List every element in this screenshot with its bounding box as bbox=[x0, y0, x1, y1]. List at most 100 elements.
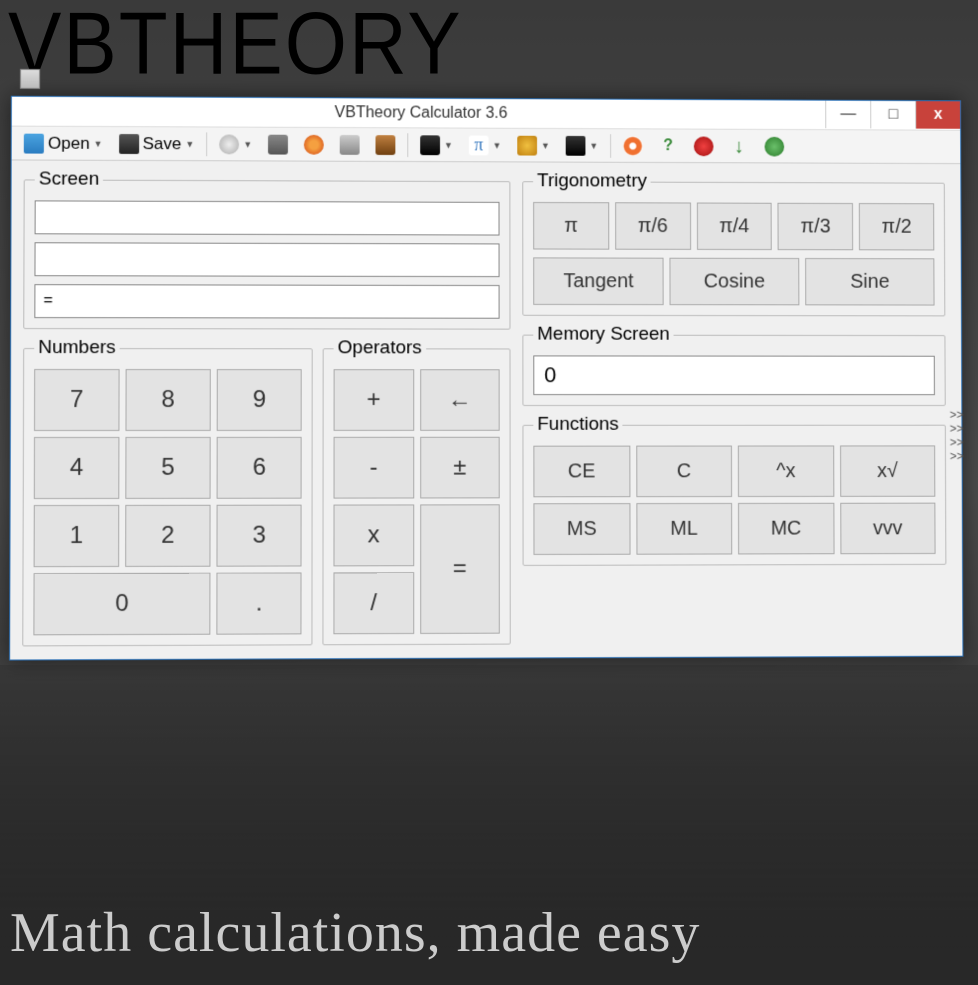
op-divide[interactable]: / bbox=[334, 572, 414, 634]
save-label: Save bbox=[143, 134, 182, 154]
expand-icon[interactable]: >> bbox=[950, 408, 964, 422]
move-button[interactable]: ▼ bbox=[511, 133, 555, 157]
trig-pi4[interactable]: π/4 bbox=[697, 203, 773, 251]
window-title: VBTheory Calculator 3.6 bbox=[12, 102, 825, 124]
trig-legend: Trigonometry bbox=[533, 170, 651, 192]
pi-icon: π bbox=[469, 135, 489, 155]
func-mc[interactable]: MC bbox=[738, 503, 834, 555]
screen-group: Screen bbox=[23, 168, 510, 329]
expand-icon[interactable]: >> bbox=[950, 449, 964, 463]
trig-pi6[interactable]: π/6 bbox=[615, 202, 691, 250]
func-pow[interactable]: ^x bbox=[738, 445, 834, 497]
num-1[interactable]: 1 bbox=[34, 505, 120, 567]
save-button[interactable]: Save ▼ bbox=[113, 132, 201, 156]
func-vvv[interactable]: vvv bbox=[840, 503, 936, 555]
minimize-button[interactable]: — bbox=[825, 101, 870, 129]
operators-group: Operators + ← - ± x = / bbox=[323, 337, 511, 645]
tagline: Math calculations, made easy bbox=[10, 901, 700, 965]
memory-legend: Memory Screen bbox=[533, 324, 673, 346]
trig-cosine[interactable]: Cosine bbox=[669, 258, 799, 306]
num-2[interactable]: 2 bbox=[125, 505, 210, 567]
open-icon bbox=[24, 133, 44, 153]
num-3[interactable]: 3 bbox=[217, 505, 302, 567]
memory-input[interactable] bbox=[533, 355, 935, 395]
op-plusminus[interactable]: ± bbox=[420, 437, 500, 499]
globe-icon bbox=[764, 136, 784, 156]
screen-input-2[interactable] bbox=[34, 242, 499, 277]
ruler-icon bbox=[340, 134, 360, 154]
book-button[interactable] bbox=[370, 133, 402, 157]
func-ml[interactable]: ML bbox=[636, 503, 732, 555]
num-8[interactable]: 8 bbox=[125, 369, 210, 431]
chip-button[interactable]: ▼ bbox=[560, 133, 604, 157]
op-equals[interactable]: = bbox=[420, 504, 500, 634]
func-ce[interactable]: CE bbox=[533, 446, 630, 498]
trig-pi2[interactable]: π/2 bbox=[859, 203, 934, 250]
op-minus[interactable]: - bbox=[334, 437, 414, 499]
memory-group: Memory Screen bbox=[522, 324, 945, 406]
chevron-down-icon: ▼ bbox=[94, 138, 103, 148]
numbers-legend: Numbers bbox=[34, 337, 120, 359]
num-9[interactable]: 9 bbox=[217, 369, 302, 431]
functions-legend: Functions bbox=[533, 414, 622, 436]
op-plus[interactable]: + bbox=[334, 369, 414, 431]
app-icon bbox=[20, 69, 40, 89]
open-label: Open bbox=[48, 133, 90, 153]
toolbar: Open ▼ Save ▼ ▼ ▼ π▼ ▼ ▼ ? ↓ bbox=[12, 127, 961, 165]
lifebuoy-icon bbox=[623, 136, 643, 156]
download-icon: ↓ bbox=[729, 136, 749, 156]
ruler-button[interactable] bbox=[334, 132, 366, 156]
db-button[interactable]: ▼ bbox=[414, 133, 459, 157]
op-multiply[interactable]: x bbox=[334, 504, 414, 566]
num-6[interactable]: 6 bbox=[217, 437, 302, 499]
ball-icon bbox=[304, 134, 324, 154]
expand-arrows[interactable]: >> >> >> >> bbox=[950, 408, 964, 463]
chevron-down-icon: ▼ bbox=[185, 139, 194, 149]
pi-button[interactable]: π▼ bbox=[463, 133, 507, 157]
func-ms[interactable]: MS bbox=[533, 503, 630, 555]
trig-tangent[interactable]: Tangent bbox=[533, 257, 663, 305]
search-icon bbox=[219, 134, 239, 154]
func-root[interactable]: x√ bbox=[840, 445, 936, 496]
op-backspace[interactable]: ← bbox=[420, 369, 500, 431]
open-button[interactable]: Open ▼ bbox=[18, 131, 109, 155]
close-button[interactable]: x bbox=[915, 101, 960, 129]
book-icon bbox=[376, 135, 396, 155]
download-button[interactable]: ↓ bbox=[723, 134, 754, 158]
web-button[interactable] bbox=[758, 134, 789, 158]
screen-input-1[interactable] bbox=[35, 200, 500, 235]
chip-icon bbox=[566, 135, 586, 155]
trig-sine[interactable]: Sine bbox=[805, 258, 934, 306]
num-5[interactable]: 5 bbox=[125, 437, 210, 499]
numbers-group: Numbers 7 8 9 4 5 6 1 2 3 0 . bbox=[22, 337, 313, 646]
help-button[interactable] bbox=[617, 134, 649, 158]
titlebar: VBTheory Calculator 3.6 — □ x bbox=[12, 97, 960, 131]
maximize-button[interactable]: □ bbox=[870, 101, 915, 129]
bug-icon bbox=[694, 136, 714, 156]
functions-group: Functions CE C ^x x√ MS ML MC vvv bbox=[522, 414, 946, 566]
move-icon bbox=[517, 135, 537, 155]
func-c[interactable]: C bbox=[636, 446, 732, 498]
num-dot[interactable]: . bbox=[216, 572, 301, 634]
ball-button[interactable] bbox=[298, 132, 330, 156]
question-icon: ? bbox=[658, 136, 678, 156]
bug-button[interactable] bbox=[688, 134, 720, 158]
search-button[interactable]: ▼ bbox=[213, 132, 258, 156]
database-icon bbox=[420, 135, 440, 155]
trig-pi[interactable]: π bbox=[533, 202, 609, 250]
trig-group: Trigonometry π π/6 π/4 π/3 π/2 Tangent C… bbox=[522, 170, 945, 316]
expand-icon[interactable]: >> bbox=[950, 422, 964, 436]
tools-button[interactable] bbox=[262, 132, 294, 156]
question-button[interactable]: ? bbox=[652, 134, 684, 158]
save-icon bbox=[119, 134, 139, 154]
num-0[interactable]: 0 bbox=[33, 573, 210, 636]
expand-icon[interactable]: >> bbox=[950, 436, 964, 450]
screen-legend: Screen bbox=[35, 169, 104, 191]
wrench-icon bbox=[268, 134, 288, 154]
operators-legend: Operators bbox=[334, 337, 426, 359]
screen-result[interactable] bbox=[34, 284, 499, 319]
num-7[interactable]: 7 bbox=[34, 369, 120, 431]
num-4[interactable]: 4 bbox=[34, 437, 120, 499]
trig-pi3[interactable]: π/3 bbox=[778, 203, 853, 250]
app-window: VBTheory Calculator 3.6 — □ x Open ▼ Sav… bbox=[9, 96, 963, 661]
